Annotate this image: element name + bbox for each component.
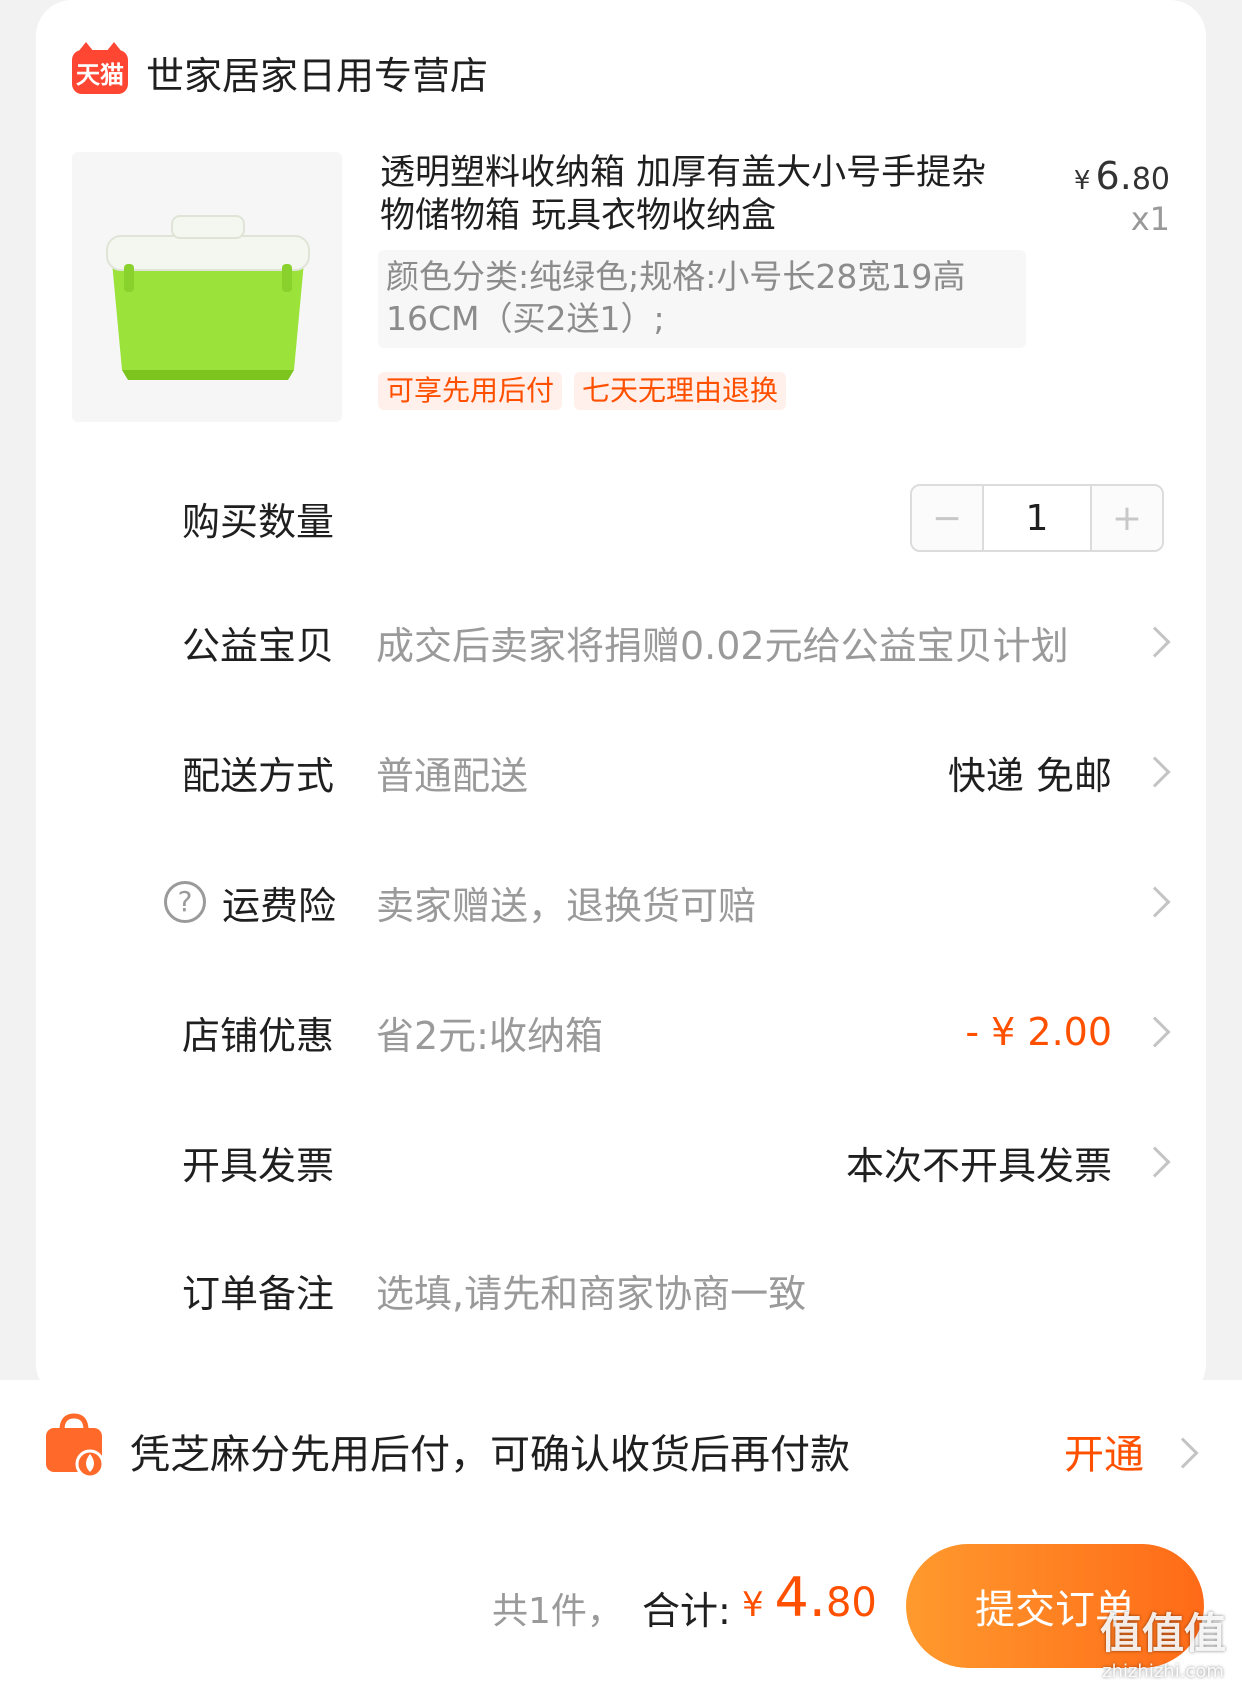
product-price: ¥ 6.80: [1074, 154, 1170, 198]
discount-amount: - ¥ 2.00: [965, 1010, 1112, 1054]
remark-label: 订单备注: [182, 1271, 335, 1316]
delivery-method: 快递 免邮: [947, 753, 1112, 798]
quantity-value[interactable]: 1: [984, 486, 1090, 550]
store-header[interactable]: 天猫 世家居家日用专营店: [72, 42, 488, 100]
help-icon[interactable]: ?: [164, 881, 206, 923]
total-price: ¥ 4.80: [742, 1566, 877, 1629]
chevron-right-icon: [1139, 886, 1171, 918]
invoice-label: 开具发票: [182, 1143, 335, 1188]
product-quantity: x1: [1130, 200, 1170, 238]
green-storage-box-image: [106, 215, 310, 380]
increase-button[interactable]: +: [1090, 486, 1162, 550]
chevron-right-icon: [1167, 1437, 1199, 1469]
total-label: 合计:: [642, 1589, 731, 1633]
chevron-right-icon: [1139, 1016, 1171, 1048]
product-image[interactable]: [72, 152, 342, 422]
store-name[interactable]: 世家居家日用专营店: [146, 45, 488, 100]
insurance-value: 卖家赠送，退换货可赔: [376, 883, 757, 928]
total-price-dec: 80: [825, 1580, 877, 1626]
product-title[interactable]: 透明塑料收纳箱 加厚有盖大小号手提杂物储物箱 玩具衣物收纳盒: [380, 152, 1000, 238]
shipping-insurance-row[interactable]: ? 运费险 卖家赠送，退换货可赔: [36, 862, 1206, 942]
price-symbol: ¥: [1073, 166, 1091, 196]
shopping-bag-icon: [46, 1413, 105, 1478]
delivery-row[interactable]: 配送方式 普通配送 快递 免邮: [36, 732, 1206, 812]
order-card: 天猫 世家居家日用专营店 透明塑料收纳箱 加厚有盖大小号手提杂物储物箱 玩具衣物…: [36, 0, 1206, 1400]
tag-seven-day-return: 七天无理由退换: [574, 372, 787, 410]
tmall-icon: 天猫: [72, 42, 128, 94]
pay-later-bar[interactable]: 凭芝麻分先用后付，可确认收货后再付款 开通: [0, 1380, 1242, 1530]
quantity-stepper[interactable]: − 1 +: [910, 484, 1164, 552]
watermark-logo: 值值值: [1099, 1609, 1226, 1658]
store-discount-row[interactable]: 店铺优惠 省2元:收纳箱 - ¥ 2.00: [36, 992, 1206, 1072]
charity-label: 公益宝贝: [182, 623, 335, 668]
item-count: 共1件，: [492, 1591, 623, 1632]
order-remark-row[interactable]: 订单备注 选填,请先和商家协商一致: [36, 1250, 1206, 1330]
chevron-right-icon: [1139, 1146, 1171, 1178]
chevron-right-icon: [1139, 626, 1171, 658]
charity-value: 成交后卖家将捐赠0.02元给公益宝贝计划: [376, 623, 1069, 668]
total-price-symbol: ¥: [742, 1585, 775, 1625]
total-price-int: 4.: [774, 1566, 826, 1629]
quantity-label: 购买数量: [182, 499, 335, 544]
checkout-bar: 共1件， 合计: ¥ 4.80 提交订单: [0, 1530, 1242, 1685]
invoice-row[interactable]: 开具发票 本次不开具发票: [36, 1122, 1206, 1202]
decrease-button[interactable]: −: [912, 486, 984, 550]
tag-pay-later: 可享先用后付: [378, 372, 563, 410]
delivery-value: 普通配送: [376, 753, 529, 798]
product-sku[interactable]: 颜色分类:纯绿色;规格:小号长28宽19高16CM（买2送1）;: [378, 250, 1026, 348]
product-tags: 可享先用后付 七天无理由退换: [378, 372, 787, 410]
chevron-right-icon: [1139, 756, 1171, 788]
invoice-value: 本次不开具发票: [845, 1143, 1112, 1188]
pay-later-text: 凭芝麻分先用后付，可确认收货后再付款: [130, 1432, 850, 1478]
discount-value: 省2元:收纳箱: [376, 1013, 603, 1058]
activate-pay-later-link[interactable]: 开通: [1064, 1422, 1144, 1480]
discount-label: 店铺优惠: [182, 1013, 335, 1058]
remark-input[interactable]: 选填,请先和商家协商一致: [376, 1263, 806, 1318]
quantity-row: 购买数量 − 1 +: [36, 478, 1206, 558]
delivery-label: 配送方式: [182, 753, 335, 798]
charity-row[interactable]: 公益宝贝 成交后卖家将捐赠0.02元给公益宝贝计划: [36, 602, 1206, 682]
watermark-url: zhizhizhi.com: [1102, 1661, 1224, 1682]
insurance-label: 运费险: [222, 883, 337, 928]
price-dec: 80: [1131, 162, 1170, 197]
price-int: 6.: [1095, 154, 1132, 198]
watermark: 值值值 zhizhizhi.com: [1088, 1600, 1238, 1682]
